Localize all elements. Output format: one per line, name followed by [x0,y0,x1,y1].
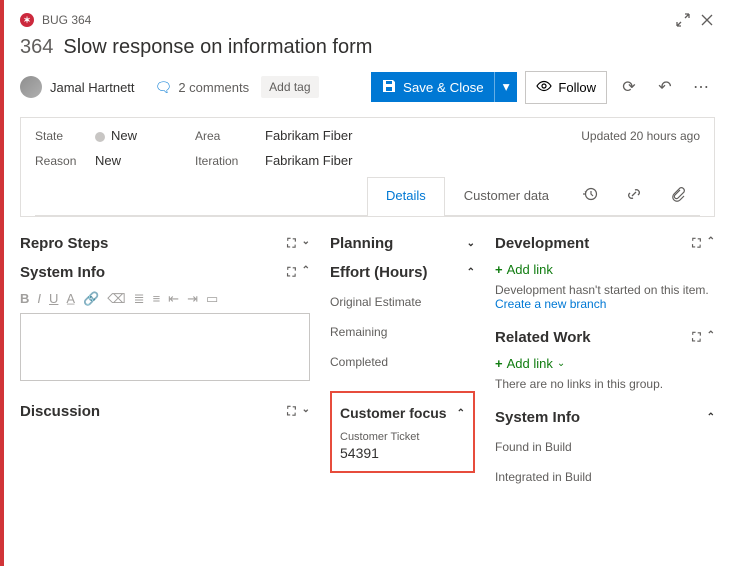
reason-label: Reason [35,154,95,168]
close-icon[interactable] [699,12,715,28]
development-add-link[interactable]: + Add link [495,258,715,281]
related-work-empty-text: There are no links in this group. [495,377,715,391]
chevron-up-icon[interactable]: ⌃ [707,412,715,423]
repro-steps-header: Repro Steps [20,235,108,252]
tab-customer-data[interactable]: Customer data [445,177,568,216]
follow-label: Follow [558,80,596,95]
comments-count: 2 comments [178,80,249,95]
related-work-add-link[interactable]: + Add link ⌄ [495,352,715,375]
state-value[interactable]: New [95,128,195,143]
plus-icon: + [495,356,503,371]
save-icon [381,78,397,97]
area-value[interactable]: Fabrikam Fiber [265,128,445,143]
save-close-button[interactable]: Save & Close ▾ [371,72,517,102]
bullet-list-icon[interactable]: ≣ [134,291,145,307]
remaining-label[interactable]: Remaining [330,317,475,347]
save-dropdown-caret[interactable]: ▾ [494,72,518,102]
chevron-down-icon[interactable]: ⌄ [467,238,475,249]
underline-icon[interactable]: U [49,291,58,307]
state-dot-icon [95,132,105,142]
clear-format-icon[interactable]: ⌫ [107,291,125,307]
chevron-up-icon[interactable]: ⌃ [302,265,310,280]
chevron-down-icon[interactable]: ⌄ [302,236,310,251]
related-work-header: Related Work [495,329,591,346]
more-icon[interactable]: ⋯ [687,77,715,97]
customer-ticket-value[interactable]: 54391 [340,445,465,461]
add-tag-button[interactable]: Add tag [261,76,318,98]
updated-timestamp: Updated 20 hours ago [445,129,700,143]
development-empty-text: Development hasn't started on this item. [495,283,715,297]
chevron-up-icon[interactable]: ⌃ [457,408,465,419]
customer-focus-header: Customer focus [340,405,447,421]
comment-icon: 🗨 [155,79,173,96]
state-label: State [35,129,95,143]
history-icon[interactable] [568,176,612,215]
chevron-up-icon[interactable]: ⌃ [707,330,715,345]
follow-button[interactable]: Follow [525,71,607,104]
refresh-icon[interactable]: ⟳ [615,77,643,97]
plus-icon: + [495,262,503,277]
tab-details[interactable]: Details [367,177,445,216]
create-branch-link[interactable]: Create a new branch [495,297,715,311]
rich-text-toolbar: B I U A̲ 🔗 ⌫ ≣ ≡ ⇤ ⇥ ▭ [20,287,310,311]
italic-icon[interactable]: I [37,291,41,307]
fullscreen-icon[interactable]: ⛶ [692,236,700,251]
reason-value[interactable]: New [95,153,195,168]
bold-icon[interactable]: B [20,291,29,307]
comments-link[interactable]: 🗨 2 comments [155,79,250,96]
chevron-down-icon[interactable]: ⌄ [302,404,310,419]
indent-icon[interactable]: ⇥ [187,291,198,307]
outdent-icon[interactable]: ⇤ [168,291,179,307]
planning-header: Planning [330,235,393,252]
expand-icon[interactable] [675,12,691,28]
work-item-title-text: Slow response on information form [63,36,372,59]
save-label: Save & Close [403,80,484,95]
effort-header: Effort (Hours) [330,264,428,281]
system-info-header: System Info [20,264,105,281]
chevron-down-icon: ⌄ [557,358,565,369]
work-item-type-badge: BUG 364 [42,13,91,27]
assignee-name[interactable]: Jamal Hartnett [50,80,135,95]
original-estimate-label[interactable]: Original Estimate [330,287,475,317]
chevron-up-icon[interactable]: ⌃ [467,267,475,278]
avatar[interactable] [20,76,42,98]
system-info-header-right: System Info [495,409,580,426]
chevron-up-icon[interactable]: ⌃ [707,236,715,251]
fullscreen-icon[interactable]: ⛶ [287,404,295,419]
work-item-id: 364 [20,36,53,59]
system-info-editor[interactable] [20,313,310,381]
integrated-in-build-label[interactable]: Integrated in Build [495,462,715,492]
image-icon[interactable]: ▭ [206,291,218,307]
found-in-build-label[interactable]: Found in Build [495,432,715,462]
bug-icon: ✶ [20,13,34,27]
font-color-icon[interactable]: A̲ [66,291,75,307]
link-icon[interactable]: 🔗 [83,291,99,307]
completed-label[interactable]: Completed [330,347,475,377]
number-list-icon[interactable]: ≡ [153,291,161,307]
development-header: Development [495,235,589,252]
fullscreen-icon[interactable]: ⛶ [692,330,700,345]
fullscreen-icon[interactable]: ⛶ [287,265,295,280]
customer-focus-highlight: Customer focus ⌃ Customer Ticket 54391 [330,391,475,473]
eye-icon [536,78,552,97]
area-label: Area [195,129,265,143]
links-icon[interactable] [612,176,656,215]
discussion-header: Discussion [20,403,100,420]
attachment-icon[interactable] [656,176,700,215]
iteration-label: Iteration [195,154,265,168]
iteration-value[interactable]: Fabrikam Fiber [265,153,445,168]
fullscreen-icon[interactable]: ⛶ [287,236,295,251]
undo-icon[interactable]: ↶ [651,77,679,97]
work-item-title[interactable]: 364 Slow response on information form [20,36,715,59]
customer-ticket-label: Customer Ticket [340,431,465,443]
